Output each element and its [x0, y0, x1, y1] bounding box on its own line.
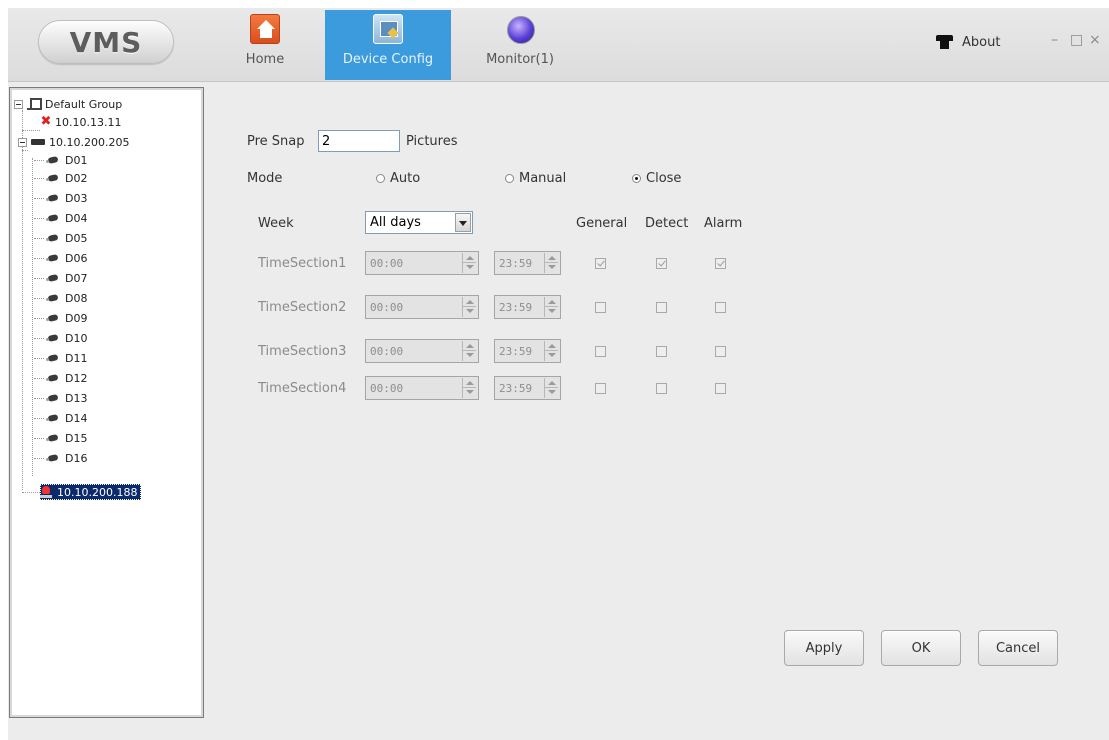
- general-checkbox[interactable]: [595, 383, 606, 394]
- week-select-value: All days: [370, 215, 421, 230]
- radio-dot: [376, 174, 385, 183]
- alarm-checkbox[interactable]: [715, 258, 726, 269]
- detect-checkbox[interactable]: [656, 258, 667, 269]
- vms-window: VMS Home Device Config Monitor(1) About …: [8, 8, 1109, 740]
- end-time-field[interactable]: 23:59: [494, 251, 561, 275]
- general-checkbox[interactable]: [595, 258, 606, 269]
- col-header-alarm: Alarm: [704, 216, 743, 231]
- radio-label: Close: [646, 171, 682, 186]
- detect-checkbox[interactable]: [656, 302, 667, 313]
- end-time-value: 23:59: [499, 300, 533, 314]
- alarm-checkbox[interactable]: [715, 302, 726, 313]
- spinner-icon[interactable]: [462, 378, 476, 398]
- end-time-field[interactable]: 23:59: [494, 295, 561, 319]
- ok-button[interactable]: OK: [881, 630, 961, 666]
- radio-label: Auto: [390, 171, 421, 186]
- spinner-icon[interactable]: [462, 253, 476, 273]
- spinner-icon[interactable]: [544, 378, 558, 398]
- config-panel: Pre Snap Pictures Mode Auto Manual Close…: [8, 8, 1109, 740]
- spinner-icon[interactable]: [544, 253, 558, 273]
- start-time-value: 00:00: [370, 256, 404, 270]
- general-checkbox[interactable]: [595, 302, 606, 313]
- end-time-field[interactable]: 23:59: [494, 339, 561, 363]
- pre-snap-label: Pre Snap: [247, 134, 305, 149]
- mode-close-radio[interactable]: Close: [632, 171, 681, 186]
- spinner-icon[interactable]: [544, 297, 558, 317]
- detect-checkbox[interactable]: [656, 383, 667, 394]
- start-time-field[interactable]: 00:00: [365, 295, 479, 319]
- time-section-label: TimeSection2: [258, 300, 347, 315]
- pictures-label: Pictures: [406, 134, 458, 149]
- spinner-icon[interactable]: [462, 341, 476, 361]
- pre-snap-input[interactable]: [318, 130, 400, 152]
- time-section-label: TimeSection1: [258, 256, 347, 271]
- start-time-value: 00:00: [370, 381, 404, 395]
- alarm-checkbox[interactable]: [715, 346, 726, 357]
- detect-checkbox[interactable]: [656, 346, 667, 357]
- end-time-value: 23:59: [499, 256, 533, 270]
- cancel-button[interactable]: Cancel: [978, 630, 1058, 666]
- mode-label: Mode: [247, 171, 283, 186]
- col-header-general: General: [576, 216, 628, 231]
- col-header-detect: Detect: [645, 216, 689, 231]
- general-checkbox[interactable]: [595, 346, 606, 357]
- radio-dot-selected: [632, 174, 641, 183]
- end-time-value: 23:59: [499, 381, 533, 395]
- chevron-down-icon: [455, 213, 471, 232]
- start-time-field[interactable]: 00:00: [365, 251, 479, 275]
- end-time-value: 23:59: [499, 344, 533, 358]
- start-time-field[interactable]: 00:00: [365, 339, 479, 363]
- spinner-icon[interactable]: [462, 297, 476, 317]
- start-time-value: 00:00: [370, 344, 404, 358]
- start-time-field[interactable]: 00:00: [365, 376, 479, 400]
- end-time-field[interactable]: 23:59: [494, 376, 561, 400]
- week-select[interactable]: All days: [365, 211, 473, 234]
- week-label: Week: [258, 216, 294, 231]
- alarm-checkbox[interactable]: [715, 383, 726, 394]
- spinner-icon[interactable]: [544, 341, 558, 361]
- mode-manual-radio[interactable]: Manual: [505, 171, 566, 186]
- apply-button[interactable]: Apply: [784, 630, 864, 666]
- start-time-value: 00:00: [370, 300, 404, 314]
- mode-auto-radio[interactable]: Auto: [376, 171, 420, 186]
- radio-label: Manual: [519, 171, 567, 186]
- time-section-label: TimeSection3: [258, 344, 347, 359]
- time-section-label: TimeSection4: [258, 381, 347, 396]
- radio-dot: [505, 174, 514, 183]
